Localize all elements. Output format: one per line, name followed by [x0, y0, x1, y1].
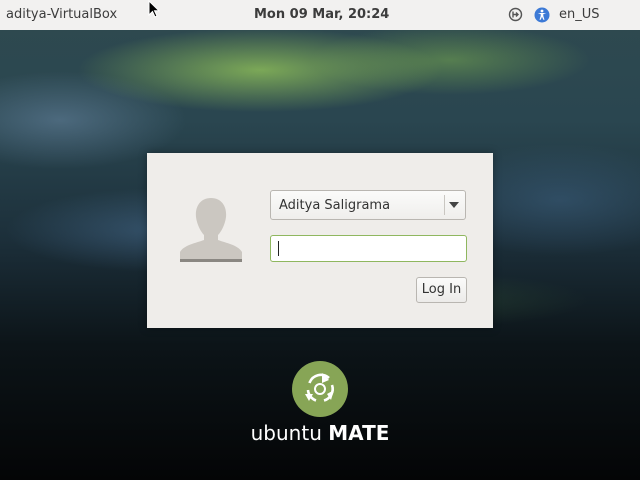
user-silhouette-icon [180, 198, 242, 262]
user-selector[interactable]: Aditya Saligrama [270, 190, 466, 220]
chevron-down-icon[interactable] [449, 202, 459, 208]
ubuntu-mate-wordmark: ubuntu MATE [200, 420, 440, 446]
login-dialog: Aditya Saligrama Log In [147, 153, 493, 328]
login-screen: aditya-VirtualBox Mon 09 Mar, 20:24 en_U… [0, 0, 640, 480]
mouse-cursor-icon [148, 0, 160, 18]
text-caret [278, 241, 279, 256]
clock[interactable]: Mon 09 Mar, 20:24 [254, 7, 389, 23]
accessibility-icon[interactable] [534, 7, 550, 23]
wordmark-ubuntu: ubuntu [250, 421, 322, 445]
top-panel: aditya-VirtualBox Mon 09 Mar, 20:24 en_U… [0, 0, 640, 30]
wordmark-mate: MATE [328, 421, 390, 445]
login-button[interactable]: Log In [416, 277, 467, 303]
selected-user-label: Aditya Saligrama [279, 198, 391, 213]
selector-divider [444, 195, 445, 215]
hostname-label: aditya-VirtualBox [6, 7, 118, 22]
password-input[interactable] [270, 235, 467, 262]
ubuntu-mate-logo-icon [292, 361, 348, 417]
session-icon[interactable] [508, 7, 523, 22]
keyboard-language[interactable]: en_US [559, 7, 600, 23]
